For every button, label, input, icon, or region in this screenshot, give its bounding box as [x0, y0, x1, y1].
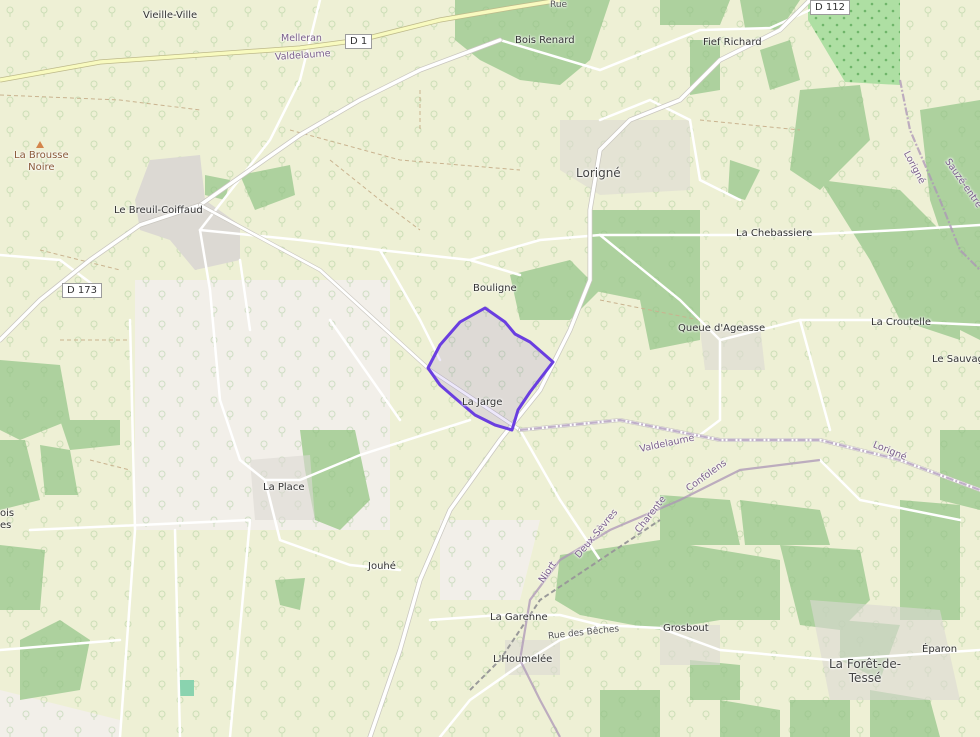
place-label-grosbout: Grosbout: [663, 623, 709, 634]
place-label-la-croutelle: La Croutelle: [871, 317, 931, 328]
place-label-le-sauvage: Le Sauvag: [932, 354, 980, 365]
road-label-rue: Rue: [550, 0, 568, 10]
road-shield-d112: D 112: [810, 0, 850, 15]
place-label-la-brousse-noire: La Brousse Noire: [14, 150, 69, 173]
place-label-la-foret-de-tesse: La Forêt-de- Tessé: [829, 657, 902, 685]
place-label-le-breuil-coiffaud: Le Breuil-Coiffaud: [114, 205, 203, 216]
road-shield-d173: D 173: [62, 283, 102, 298]
boundary-label-melleran: Melleran: [281, 33, 322, 44]
place-label-lorigne: Lorigné: [576, 166, 621, 180]
place-label-lhoumelee: L'Houmelée: [493, 654, 553, 665]
peak-icon: [36, 141, 44, 148]
place-label-jouhe: Jouhé: [368, 561, 396, 572]
place-label-vieille-ville: Vieille-Ville: [143, 10, 198, 21]
place-label-la-jarge: La Jarge: [462, 397, 503, 408]
road-shield-d1: D 1: [345, 34, 373, 49]
place-label-la-garenne: La Garenne: [490, 612, 548, 623]
place-label-la-chebassiere: La Chebassiere: [736, 228, 813, 239]
place-label-queue-dageasse: Queue d'Ageasse: [678, 323, 766, 334]
place-label-eparon: Éparon: [922, 644, 958, 655]
map-view[interactable]: Vieille-Ville Bois Renard Fief Richard L…: [0, 0, 980, 737]
place-label-fief-richard: Fief Richard: [703, 37, 762, 48]
map-canvas: [0, 0, 980, 737]
place-label-la-place: La Place: [263, 482, 305, 493]
place-label-edge-left: ois es: [0, 508, 15, 531]
place-label-bois-renard: Bois Renard: [515, 35, 575, 46]
place-label-bouligne: Bouligne: [473, 283, 517, 294]
